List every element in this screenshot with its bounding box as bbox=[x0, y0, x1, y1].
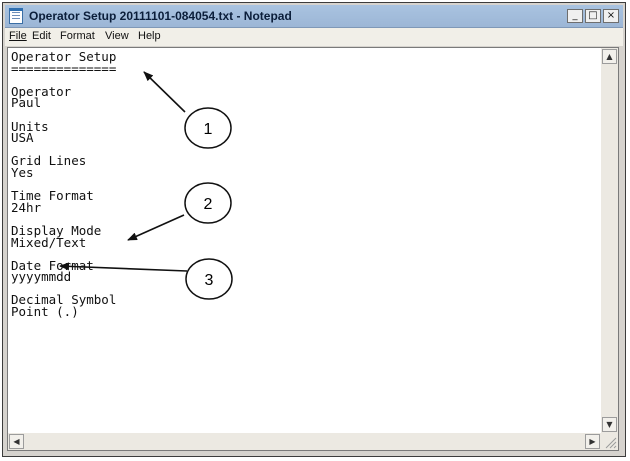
menu-bar: File Edit Format View Help bbox=[5, 28, 623, 46]
maximize-button[interactable]: □ bbox=[585, 9, 601, 23]
text-line bbox=[11, 179, 595, 191]
text-line: Operator bbox=[11, 83, 72, 99]
text-line: USA bbox=[11, 130, 34, 146]
menu-help[interactable]: Help bbox=[138, 30, 161, 42]
text-line: Yes bbox=[11, 164, 34, 180]
text-line: Paul bbox=[11, 95, 42, 111]
resize-grip-icon[interactable] bbox=[601, 433, 618, 450]
horizontal-scrollbar[interactable]: ◀ ▶ bbox=[8, 433, 601, 450]
notepad-icon[interactable] bbox=[9, 8, 23, 24]
text-line: Time Format bbox=[11, 188, 94, 204]
menu-file[interactable]: File bbox=[9, 30, 27, 42]
notepad-window: Operator Setup 20111101-084054.txt - Not… bbox=[2, 2, 626, 457]
text-line: Mixed/Text bbox=[11, 234, 87, 250]
text-line: Display Mode bbox=[11, 222, 102, 238]
text-line: yyyymmdd bbox=[11, 269, 72, 285]
text-editor[interactable]: Operator Setup ============== Operator Paul… bbox=[7, 47, 619, 451]
text-line: ============== bbox=[11, 60, 117, 76]
text-line bbox=[11, 144, 595, 156]
vertical-scrollbar[interactable]: ▲ ▼ bbox=[601, 48, 618, 433]
menu-edit[interactable]: Edit bbox=[32, 30, 51, 42]
text-line: 24hr bbox=[11, 199, 42, 215]
text-line bbox=[11, 248, 595, 260]
arrow-right-icon[interactable]: ▶ bbox=[585, 434, 600, 449]
arrow-down-icon[interactable]: ▼ bbox=[602, 417, 617, 432]
text-line bbox=[11, 109, 595, 121]
document-text[interactable]: Operator Setup ============== Operator Paul… bbox=[11, 51, 595, 431]
close-button[interactable]: × bbox=[603, 9, 619, 23]
minimize-icon: _ bbox=[572, 10, 578, 21]
text-line: Grid Lines bbox=[11, 153, 87, 169]
maximize-icon: □ bbox=[588, 10, 598, 21]
menu-format[interactable]: Format bbox=[60, 30, 95, 42]
arrow-up-icon[interactable]: ▲ bbox=[602, 49, 617, 64]
text-line: Date Format bbox=[11, 257, 94, 273]
window-title: Operator Setup 20111101-084054.txt - Not… bbox=[29, 9, 292, 23]
text-line: Point (.) bbox=[11, 304, 79, 320]
close-icon: × bbox=[606, 10, 616, 21]
minimize-button[interactable]: _ bbox=[567, 9, 583, 23]
title-bar[interactable]: Operator Setup 20111101-084054.txt - Not… bbox=[5, 5, 623, 28]
text-line bbox=[11, 74, 595, 86]
arrow-left-icon[interactable]: ◀ bbox=[9, 434, 24, 449]
text-line: Units bbox=[11, 118, 49, 134]
menu-view[interactable]: View bbox=[105, 30, 129, 42]
text-line: Decimal Symbol bbox=[11, 292, 117, 308]
